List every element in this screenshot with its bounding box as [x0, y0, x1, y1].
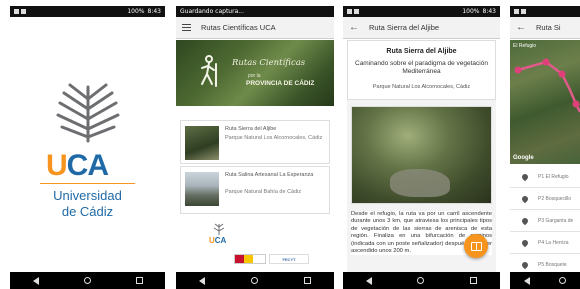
- list-item[interactable]: P1 El Refugio: [510, 166, 580, 188]
- status-time: 8:43: [147, 8, 161, 15]
- status-bar: Guardando captura...: [176, 6, 334, 17]
- nav-home-icon[interactable]: [83, 277, 91, 284]
- route-card[interactable]: Ruta Sierra del Aljibe Parque Natural Lo…: [180, 120, 330, 164]
- government-logo: [234, 254, 266, 264]
- app-title: Rutas Científicas UCA: [201, 23, 276, 32]
- fecyt-logo: FECYT: [269, 254, 309, 264]
- nav-recents-icon[interactable]: [135, 277, 143, 284]
- system-nav-bar: [510, 272, 580, 289]
- app-bar-title: Ruta Sierra del Aljibe: [369, 23, 440, 32]
- nav-back-icon[interactable]: [365, 276, 372, 285]
- route-card[interactable]: Ruta Salina Artesanal La Esperanza Parqu…: [180, 166, 330, 214]
- route-title: Ruta Sierra del Aljibe: [225, 126, 277, 132]
- app-bar: Rutas Científicas UCA: [176, 17, 334, 39]
- university-name-line1: Universidad: [53, 188, 122, 203]
- status-time: 8:43: [482, 8, 496, 15]
- route-detail-screen: 100% 8:43 ← Ruta Sierra del Aljibe Ruta …: [343, 6, 500, 289]
- map-marker-icon: [542, 58, 550, 66]
- uca-emblem-icon: [213, 223, 225, 235]
- nav-back-icon[interactable]: [524, 276, 531, 285]
- status-bar: 100% 8:43: [10, 6, 165, 17]
- route-path: [514, 58, 580, 113]
- route-header-card: Ruta Sierra del Aljibe Caminando sobre e…: [347, 40, 496, 100]
- banner-subtitle: por la: [248, 73, 261, 79]
- uca-mini-logo: UCA: [209, 236, 227, 245]
- notification-icon: [514, 9, 519, 14]
- nav-back-icon[interactable]: [199, 276, 205, 285]
- location-pin-icon: [520, 238, 530, 247]
- notification-icon: [14, 9, 19, 14]
- route-title: Ruta Salina Artesanal La Esperanza: [225, 172, 314, 178]
- guide-fab-button[interactable]: [464, 234, 488, 258]
- app-bar: ← Ruta Sierra del Aljibe: [343, 17, 500, 39]
- signal-icon: [521, 9, 526, 14]
- uca-emblem-icon: [56, 83, 120, 143]
- splash-content: UCA Universidad de Cádiz: [10, 17, 165, 272]
- location-pin-icon: [520, 194, 530, 203]
- location-pin-icon: [520, 216, 530, 225]
- nav-home-icon[interactable]: [558, 277, 566, 284]
- hero-banner: Rutas Científicas por la PROVINCIA DE CÁ…: [176, 40, 334, 106]
- status-notification-text: Guardando captura...: [180, 8, 244, 15]
- book-icon: [470, 241, 482, 251]
- list-item[interactable]: P2 Bosquecillo: [510, 188, 580, 210]
- status-battery: 100%: [462, 8, 480, 15]
- list-item[interactable]: P4 La Herriza: [510, 232, 580, 254]
- routes-list-screen: Guardando captura... Rutas Científicas U…: [176, 6, 334, 289]
- app-bar-title: Ruta Si: [536, 23, 561, 32]
- splash-screen: 100% 8:43 UCA Universidad de Cádiz: [10, 6, 165, 289]
- points-list: P1 El Refugio P2 Bosquecillo P3 Garganta…: [510, 166, 580, 276]
- route-map-screen: ← Ruta Si El Refugio Google P1 El Refugi…: [510, 6, 580, 289]
- signal-icon: [21, 9, 26, 14]
- system-nav-bar: [176, 272, 334, 289]
- signal-icon: [354, 9, 359, 14]
- system-nav-bar: [10, 272, 165, 289]
- map-place-label: El Refugio: [513, 43, 537, 49]
- list-item[interactable]: P3 Garganta de: [510, 210, 580, 232]
- status-battery: 100%: [127, 8, 145, 15]
- menu-icon[interactable]: [182, 24, 191, 31]
- route-title: Ruta Sierra del Aljibe: [386, 48, 457, 55]
- notification-icon: [347, 9, 352, 14]
- system-nav-bar: [343, 272, 500, 289]
- nav-home-icon[interactable]: [417, 277, 425, 284]
- route-location: Parque Natural Los Alcornocales, Cádiz: [372, 84, 471, 90]
- sponsor-footer: UCA FECYT: [176, 223, 334, 272]
- back-arrow-icon[interactable]: ←: [516, 22, 526, 33]
- uca-wordmark: UCA: [46, 149, 109, 182]
- logo-divider: [40, 183, 135, 184]
- nav-back-icon[interactable]: [32, 276, 39, 285]
- banner-province: PROVINCIA DE CÁDIZ: [246, 80, 315, 87]
- route-subtitle: Caminando sobre el paradigma de vegetaci…: [355, 60, 488, 75]
- nav-recents-icon[interactable]: [470, 277, 478, 284]
- route-location: Parque Natural Bahía de Cádiz: [225, 189, 302, 195]
- location-pin-icon: [520, 172, 530, 181]
- university-name-line2: de Cádiz: [61, 204, 114, 219]
- banner-title: Rutas Científicas: [232, 58, 306, 68]
- google-logo: Google: [513, 155, 534, 161]
- route-thumbnail: [185, 126, 219, 160]
- status-bar: 100% 8:43: [343, 6, 500, 17]
- route-thumbnail: [185, 172, 219, 206]
- nav-recents-icon[interactable]: [304, 277, 311, 284]
- back-arrow-icon[interactable]: ←: [349, 22, 359, 33]
- location-pin-icon: [520, 260, 530, 269]
- map-marker-icon: [558, 70, 566, 78]
- map-marker-icon: [514, 66, 522, 74]
- route-photo: [351, 106, 492, 204]
- route-location: Parque Natural Los Alcornocales, Cádiz: [225, 135, 323, 141]
- hiker-icon: [201, 55, 217, 87]
- map-marker-icon: [572, 100, 580, 108]
- status-bar: [510, 6, 580, 17]
- nav-home-icon[interactable]: [251, 277, 258, 284]
- route-map[interactable]: El Refugio Google: [510, 40, 580, 164]
- app-bar: ← Ruta Si: [510, 17, 580, 39]
